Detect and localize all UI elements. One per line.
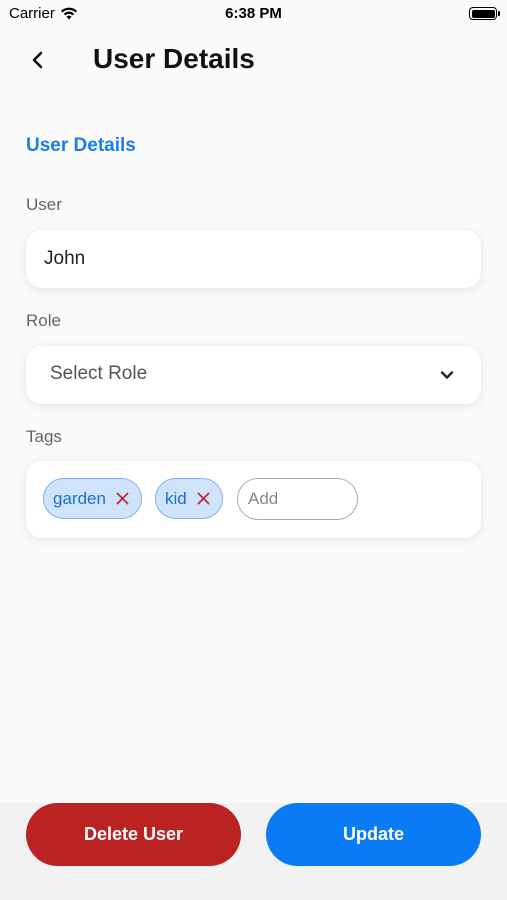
- tag-label: kid: [165, 488, 187, 508]
- tags-card: garden kid: [26, 461, 481, 538]
- user-input[interactable]: [44, 230, 464, 288]
- status-time: 6:38 PM: [225, 5, 282, 22]
- navigation-bar: User Details: [0, 30, 507, 90]
- tag-label: garden: [53, 488, 106, 508]
- tags-label: Tags: [26, 427, 62, 446]
- tag-chip-kid: kid: [155, 478, 223, 519]
- user-label: User: [26, 195, 62, 214]
- chevron-left-icon: [32, 51, 43, 69]
- add-tag-input[interactable]: [237, 478, 358, 520]
- chevron-down-icon: [440, 371, 454, 379]
- close-icon[interactable]: [116, 492, 129, 505]
- update-button[interactable]: Update: [266, 803, 481, 866]
- page-title: User Details: [93, 43, 255, 74]
- section-title: User Details: [26, 135, 136, 156]
- user-field-card: [26, 230, 481, 288]
- status-bar: Carrier 6:38 PM: [0, 0, 507, 28]
- back-button[interactable]: [22, 44, 54, 76]
- tag-chip-garden: garden: [43, 478, 142, 519]
- role-label: Role: [26, 311, 61, 330]
- battery-icon: [469, 7, 500, 20]
- bottom-action-bar: Delete User Update: [0, 803, 507, 900]
- close-icon[interactable]: [197, 492, 210, 505]
- role-select-placeholder: Select Role: [50, 363, 148, 384]
- delete-user-button[interactable]: Delete User: [26, 803, 241, 866]
- role-select[interactable]: Select Role: [26, 346, 481, 404]
